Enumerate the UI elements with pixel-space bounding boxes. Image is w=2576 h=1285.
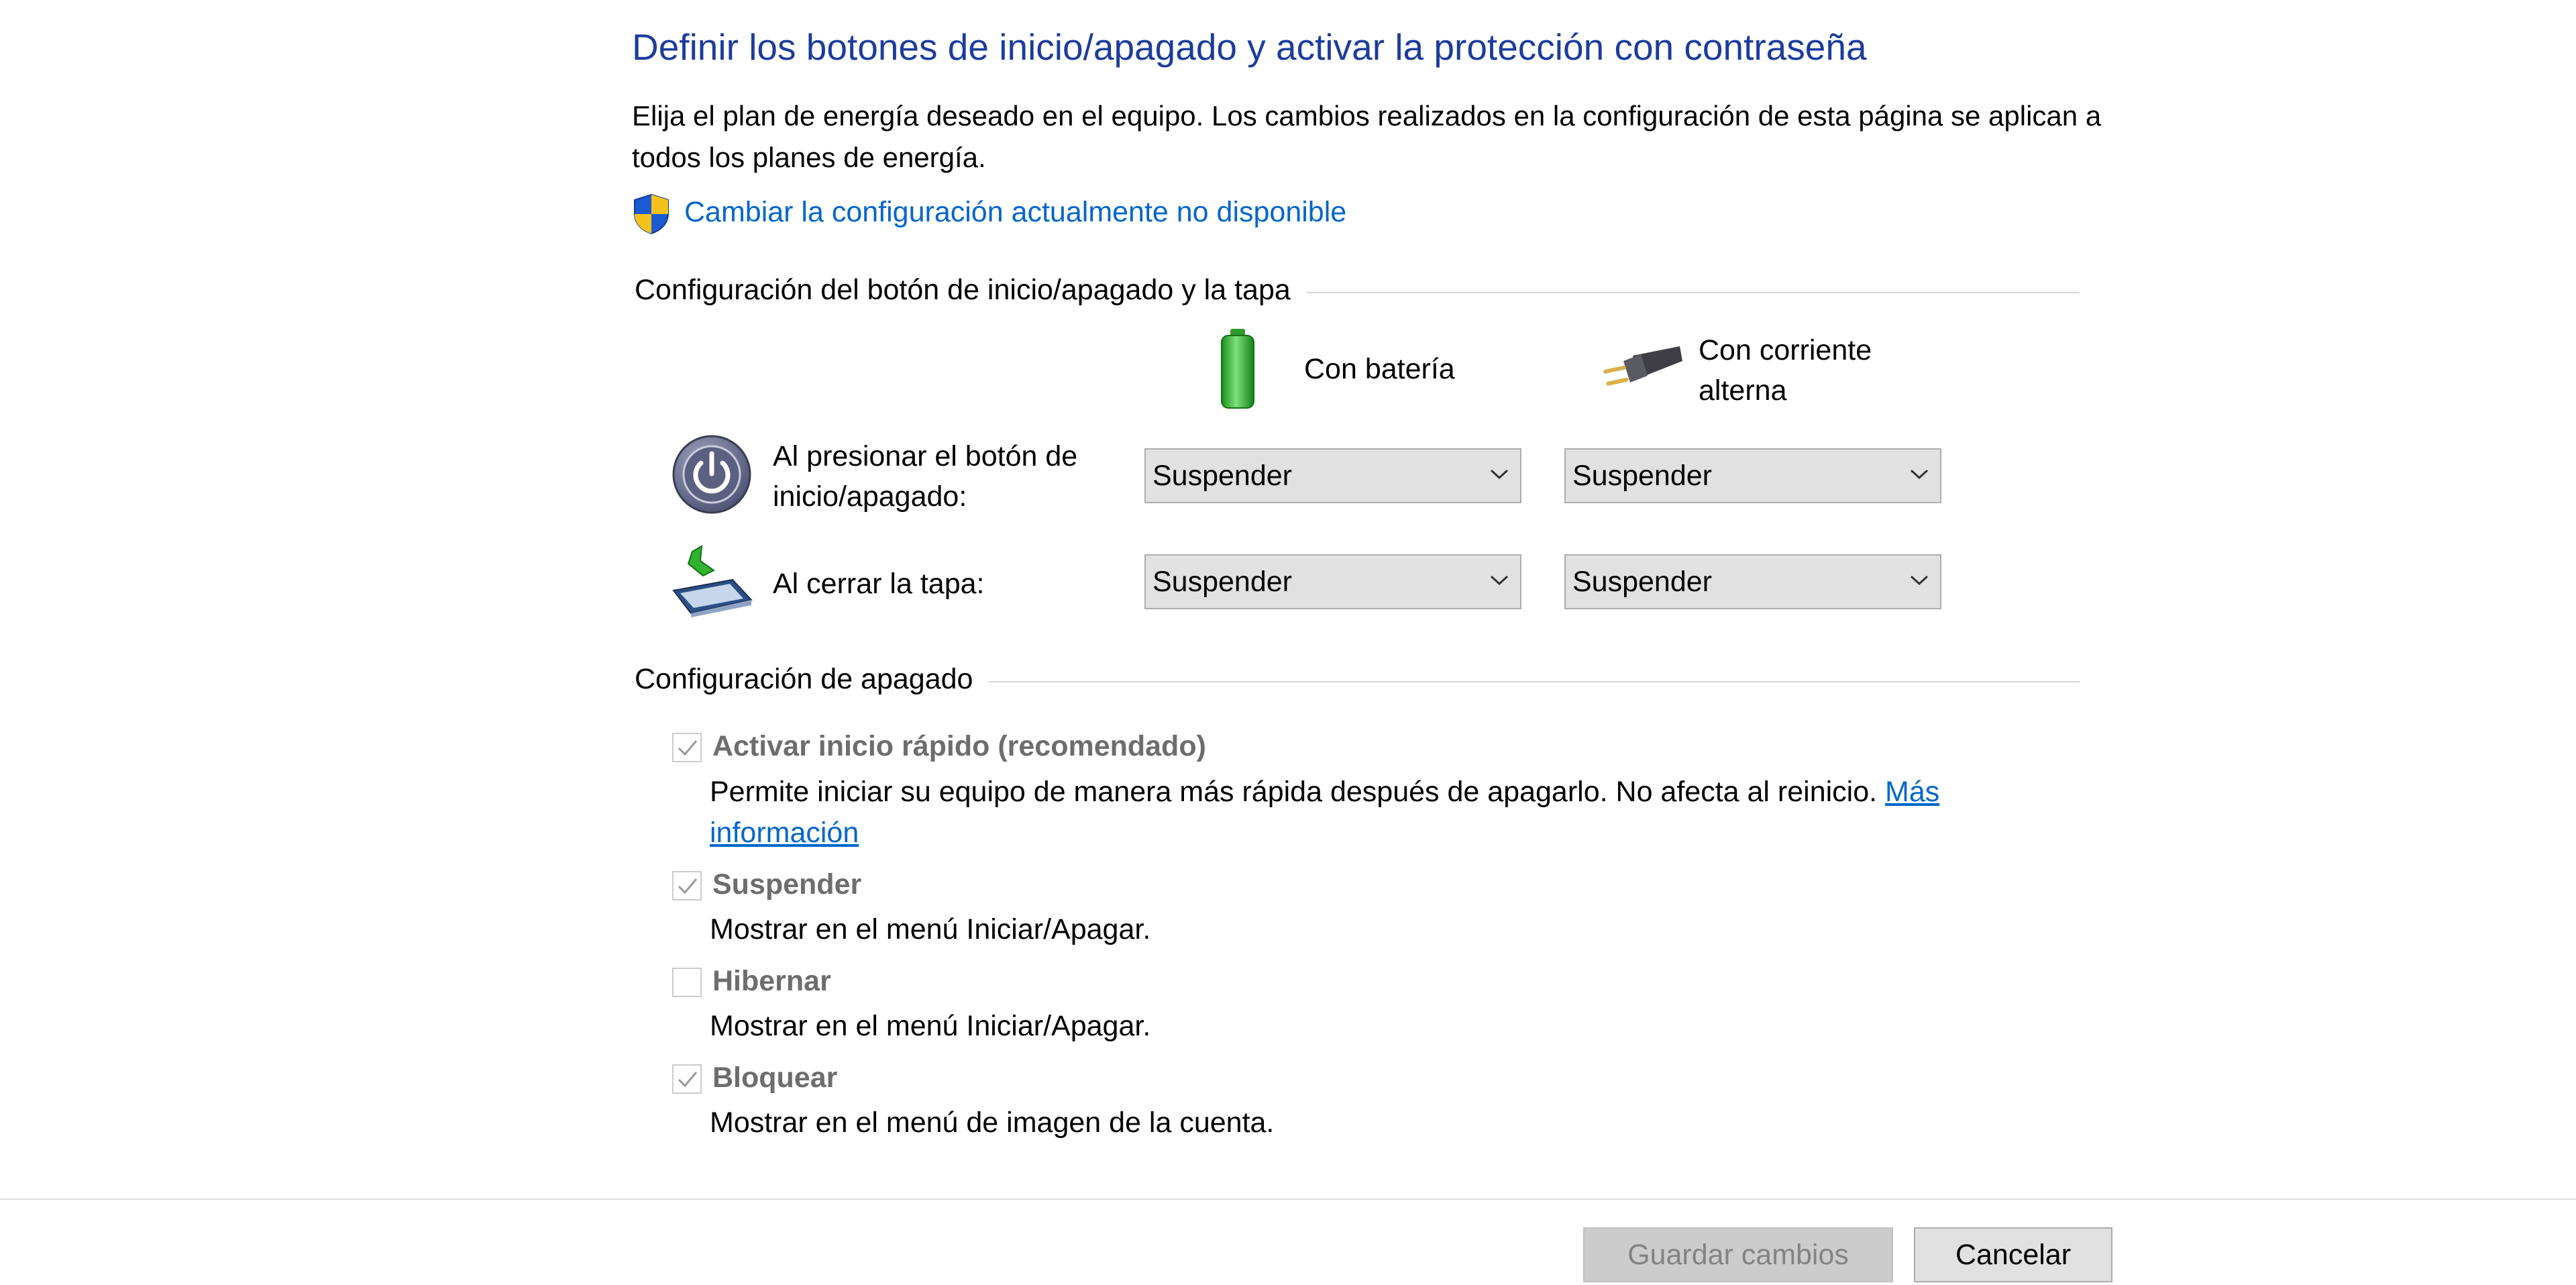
ac-plug-icon xyxy=(1603,346,1682,386)
lid-close-ac-select[interactable]: Suspender xyxy=(1564,554,1941,609)
shutdown-section: Configuración de apagado xyxy=(632,663,2080,697)
checkmark-icon xyxy=(678,740,698,756)
page-title: Definir los botones de inicio/apagado y … xyxy=(632,26,1867,68)
chevron-down-icon xyxy=(1490,469,1509,480)
power-button-battery-value: Suspender xyxy=(1152,460,1292,492)
battery-column-header: Con batería xyxy=(1304,353,1455,385)
power-button-ac-value: Suspender xyxy=(1572,460,1712,492)
fast-startup-desc-text: Permite iniciar su equipo de manera más … xyxy=(710,776,1878,808)
power-button-battery-select[interactable]: Suspender xyxy=(1144,448,1521,503)
uac-shield-icon xyxy=(634,193,669,235)
hibernate-title: Hibernar xyxy=(712,965,831,997)
laptop-lid-icon xyxy=(672,545,753,617)
cancel-button[interactable]: Cancelar xyxy=(1914,1227,2112,1282)
chevron-down-icon xyxy=(1910,575,1929,586)
lid-close-ac-value: Suspender xyxy=(1572,566,1712,598)
shutdown-section-label: Configuración de apagado xyxy=(635,663,989,696)
sleep-checkbox[interactable] xyxy=(672,871,702,901)
power-button-icon xyxy=(672,435,751,514)
checkmark-icon xyxy=(678,878,698,894)
save-changes-button[interactable]: Guardar cambios xyxy=(1583,1227,1893,1282)
lid-close-battery-select[interactable]: Suspender xyxy=(1144,554,1521,609)
fast-startup-checkbox[interactable] xyxy=(672,733,702,762)
power-button-section-label: Configuración del botón de inicio/apagad… xyxy=(635,274,1307,307)
lock-title: Bloquear xyxy=(712,1062,838,1094)
sleep-title: Suspender xyxy=(712,868,862,901)
lid-close-battery-value: Suspender xyxy=(1152,566,1292,598)
chevron-down-icon xyxy=(1910,469,1929,480)
sleep-description: Mostrar en el menú Iniciar/Apagar. xyxy=(710,913,1151,945)
power-button-section: Configuración del botón de inicio/apagad… xyxy=(632,274,2080,307)
lock-checkbox[interactable] xyxy=(672,1064,702,1094)
chevron-down-icon xyxy=(1490,575,1509,586)
battery-icon xyxy=(1221,329,1254,409)
page-description: Elija el plan de energía deseado en el e… xyxy=(632,100,2102,173)
change-unavailable-settings-link[interactable]: Cambiar la configuración actualmente no … xyxy=(684,196,1346,229)
hibernate-description: Mostrar en el menú Iniciar/Apagar. xyxy=(710,1010,1151,1042)
fast-startup-description: Permite iniciar su equipo de manera más … xyxy=(710,772,2018,854)
lock-description: Mostrar en el menú de imagen de la cuent… xyxy=(710,1107,1275,1139)
checkmark-icon xyxy=(678,1072,698,1088)
power-button-ac-select[interactable]: Suspender xyxy=(1564,448,1941,503)
lid-close-action-label: Al cerrar la tapa: xyxy=(773,568,985,600)
footer-divider xyxy=(0,1198,2576,1200)
power-button-action-label: Al presionar el botón de inicio/apagado: xyxy=(773,440,1078,513)
fast-startup-title: Activar inicio rápido (recomendado) xyxy=(712,730,1206,762)
hibernate-checkbox[interactable] xyxy=(672,968,702,997)
ac-column-header: Con corriente alterna xyxy=(1699,334,1872,407)
